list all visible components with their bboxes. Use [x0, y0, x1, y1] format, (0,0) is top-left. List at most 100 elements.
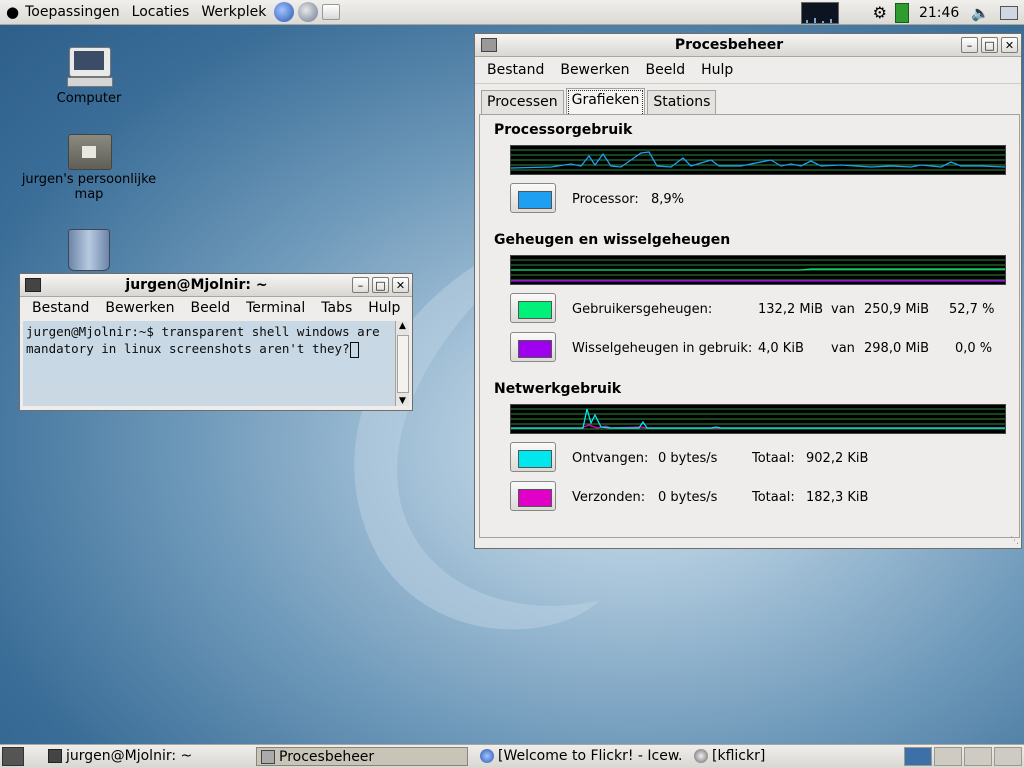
tab-processes[interactable]: Processen: [481, 90, 564, 117]
received-total-label: Totaal:: [752, 451, 795, 466]
terminal-cursor: [349, 341, 359, 358]
menu-help[interactable]: Hulp: [360, 300, 408, 316]
mail-launcher-icon[interactable]: [322, 4, 341, 20]
menu-edit[interactable]: Bewerken: [97, 300, 182, 316]
desktop-icon-label: Computer: [56, 91, 122, 106]
monitor-icon[interactable]: [1000, 5, 1018, 20]
system-monitor-icon: [261, 750, 275, 764]
swap-color-button[interactable]: [510, 332, 556, 362]
procman-menubar: Bestand Bewerken Beeld Hulp: [475, 57, 1021, 84]
received-label: Ontvangen:: [572, 451, 649, 466]
browser-icon: [480, 749, 494, 763]
maximize-button[interactable]: □: [372, 277, 389, 293]
user-memory-label: Gebruikersgeheugen:: [572, 302, 713, 317]
procman-tabs: Processen Grafieken Stations: [475, 84, 1021, 118]
sent-color-swatch: [518, 489, 552, 507]
terminal-scrollbar[interactable]: ▲ ▼: [395, 321, 409, 406]
menu-view[interactable]: Beeld: [182, 300, 238, 316]
menu-places[interactable]: Locaties: [126, 4, 196, 20]
cpu-color-swatch: [518, 191, 552, 209]
menu-applications[interactable]: Toepassingen: [19, 4, 126, 20]
user-memory-color-button[interactable]: [510, 293, 556, 323]
taskbar-item-label: Procesbeheer: [279, 749, 375, 765]
sent-rate: 0 bytes/s: [658, 490, 718, 505]
trash-icon: [68, 229, 110, 271]
swap-percent: 0,0 %: [955, 341, 993, 356]
memory-section-title: Geheugen en wisselgeheugen: [494, 232, 731, 248]
procman-title: Procesbeheer: [674, 37, 784, 53]
resize-grip-icon[interactable]: ⋱: [1010, 536, 1019, 546]
minimize-button[interactable]: –: [961, 37, 978, 53]
network-applet-icon[interactable]: ⚙: [873, 3, 887, 22]
kflickr-icon: [694, 749, 708, 763]
tab-devices[interactable]: Stations: [647, 90, 717, 117]
workspace-1[interactable]: [904, 747, 932, 766]
procman-window-icon[interactable]: [481, 38, 497, 52]
sent-total-label: Totaal:: [752, 490, 795, 505]
workspace-2[interactable]: [934, 747, 962, 766]
graphs-panel: Processorgebruik Processor: 8,9% Geheuge…: [479, 114, 1020, 538]
workspace-3[interactable]: [964, 747, 992, 766]
user-memory-color-swatch: [518, 301, 552, 319]
help-launcher-icon[interactable]: [298, 2, 319, 22]
menu-view[interactable]: Beeld: [637, 62, 693, 78]
user-memory-total: 250,9 MiB: [864, 302, 930, 317]
desktop-icon-label: jurgen's persoonlijke map: [21, 172, 157, 202]
show-desktop-button[interactable]: [2, 747, 24, 766]
gnome-foot-icon[interactable]: ●: [6, 3, 19, 21]
cpu-label: Processor:: [572, 192, 639, 207]
maximize-button[interactable]: □: [981, 37, 998, 53]
menu-file[interactable]: Bestand: [24, 300, 97, 316]
home-folder-icon: [68, 130, 112, 170]
user-memory-van: van: [831, 302, 855, 317]
taskbar-item-browser[interactable]: [Welcome to Flickr! - Icew...: [476, 747, 682, 766]
clock[interactable]: 21:46: [919, 5, 959, 21]
desktop-icon-trash[interactable]: [19, 229, 159, 275]
cpu-color-button[interactable]: [510, 183, 556, 213]
sent-total: 182,3 KiB: [806, 490, 869, 505]
close-button[interactable]: ✕: [392, 277, 409, 293]
workspace-4[interactable]: [994, 747, 1022, 766]
sent-label: Verzonden:: [572, 490, 646, 505]
swap-total: 298,0 MiB: [864, 341, 930, 356]
close-button[interactable]: ✕: [1001, 37, 1018, 53]
menu-system[interactable]: Werkplek: [195, 4, 272, 20]
terminal-titlebar[interactable]: jurgen@Mjolnir: ~ – □ ✕: [20, 274, 412, 297]
cpu-monitor-applet[interactable]: [800, 1, 839, 24]
menu-terminal[interactable]: Terminal: [238, 300, 313, 316]
taskbar-item-kflickr[interactable]: [kflickr]: [690, 747, 896, 766]
menu-help[interactable]: Hulp: [693, 62, 741, 78]
sent-color-button[interactable]: [510, 481, 556, 511]
cpu-value: 8,9%: [651, 192, 685, 207]
desktop-icon-computer[interactable]: Computer: [19, 47, 159, 106]
network-graph: [510, 404, 1006, 434]
network-section-title: Netwerkgebruik: [494, 381, 622, 397]
terminal-text: jurgen@Mjolnir:~$ transparent shell wind…: [26, 324, 388, 356]
taskbar-item-terminal[interactable]: jurgen@Mjolnir: ~: [44, 747, 250, 766]
received-rate: 0 bytes/s: [658, 451, 718, 466]
terminal-title: jurgen@Mjolnir: ~: [125, 277, 268, 293]
swap-color-swatch: [518, 340, 552, 358]
desktop-icon-home[interactable]: jurgen's persoonlijke map: [19, 130, 159, 202]
terminal-window: jurgen@Mjolnir: ~ – □ ✕ Bestand Bewerken…: [19, 273, 413, 411]
volume-icon[interactable]: 🔈: [971, 4, 990, 22]
menu-tabs[interactable]: Tabs: [313, 300, 360, 316]
taskbar-item-procman[interactable]: Procesbeheer: [256, 747, 468, 766]
procman-window: Procesbeheer – □ ✕ Bestand Bewerken Beel…: [474, 33, 1022, 549]
procman-titlebar[interactable]: Procesbeheer – □ ✕: [475, 34, 1021, 57]
minimize-button[interactable]: –: [352, 277, 369, 293]
menu-edit[interactable]: Bewerken: [552, 62, 637, 78]
taskbar-item-label: [Welcome to Flickr! - Icew...: [498, 748, 682, 764]
terminal-output[interactable]: jurgen@Mjolnir:~$ transparent shell wind…: [23, 321, 395, 406]
browser-launcher-icon[interactable]: [274, 2, 295, 22]
user-memory-percent: 52,7 %: [949, 302, 995, 317]
menu-file[interactable]: Bestand: [479, 62, 552, 78]
cpu-graph: [510, 145, 1006, 175]
received-color-button[interactable]: [510, 442, 556, 472]
battery-applet-icon[interactable]: [894, 2, 909, 23]
swap-label: Wisselgeheugen in gebruik:: [572, 341, 753, 356]
terminal-window-icon[interactable]: [25, 278, 41, 292]
memory-graph: [510, 255, 1006, 285]
user-memory-used: 132,2 MiB: [758, 302, 824, 317]
received-total: 902,2 KiB: [806, 451, 869, 466]
